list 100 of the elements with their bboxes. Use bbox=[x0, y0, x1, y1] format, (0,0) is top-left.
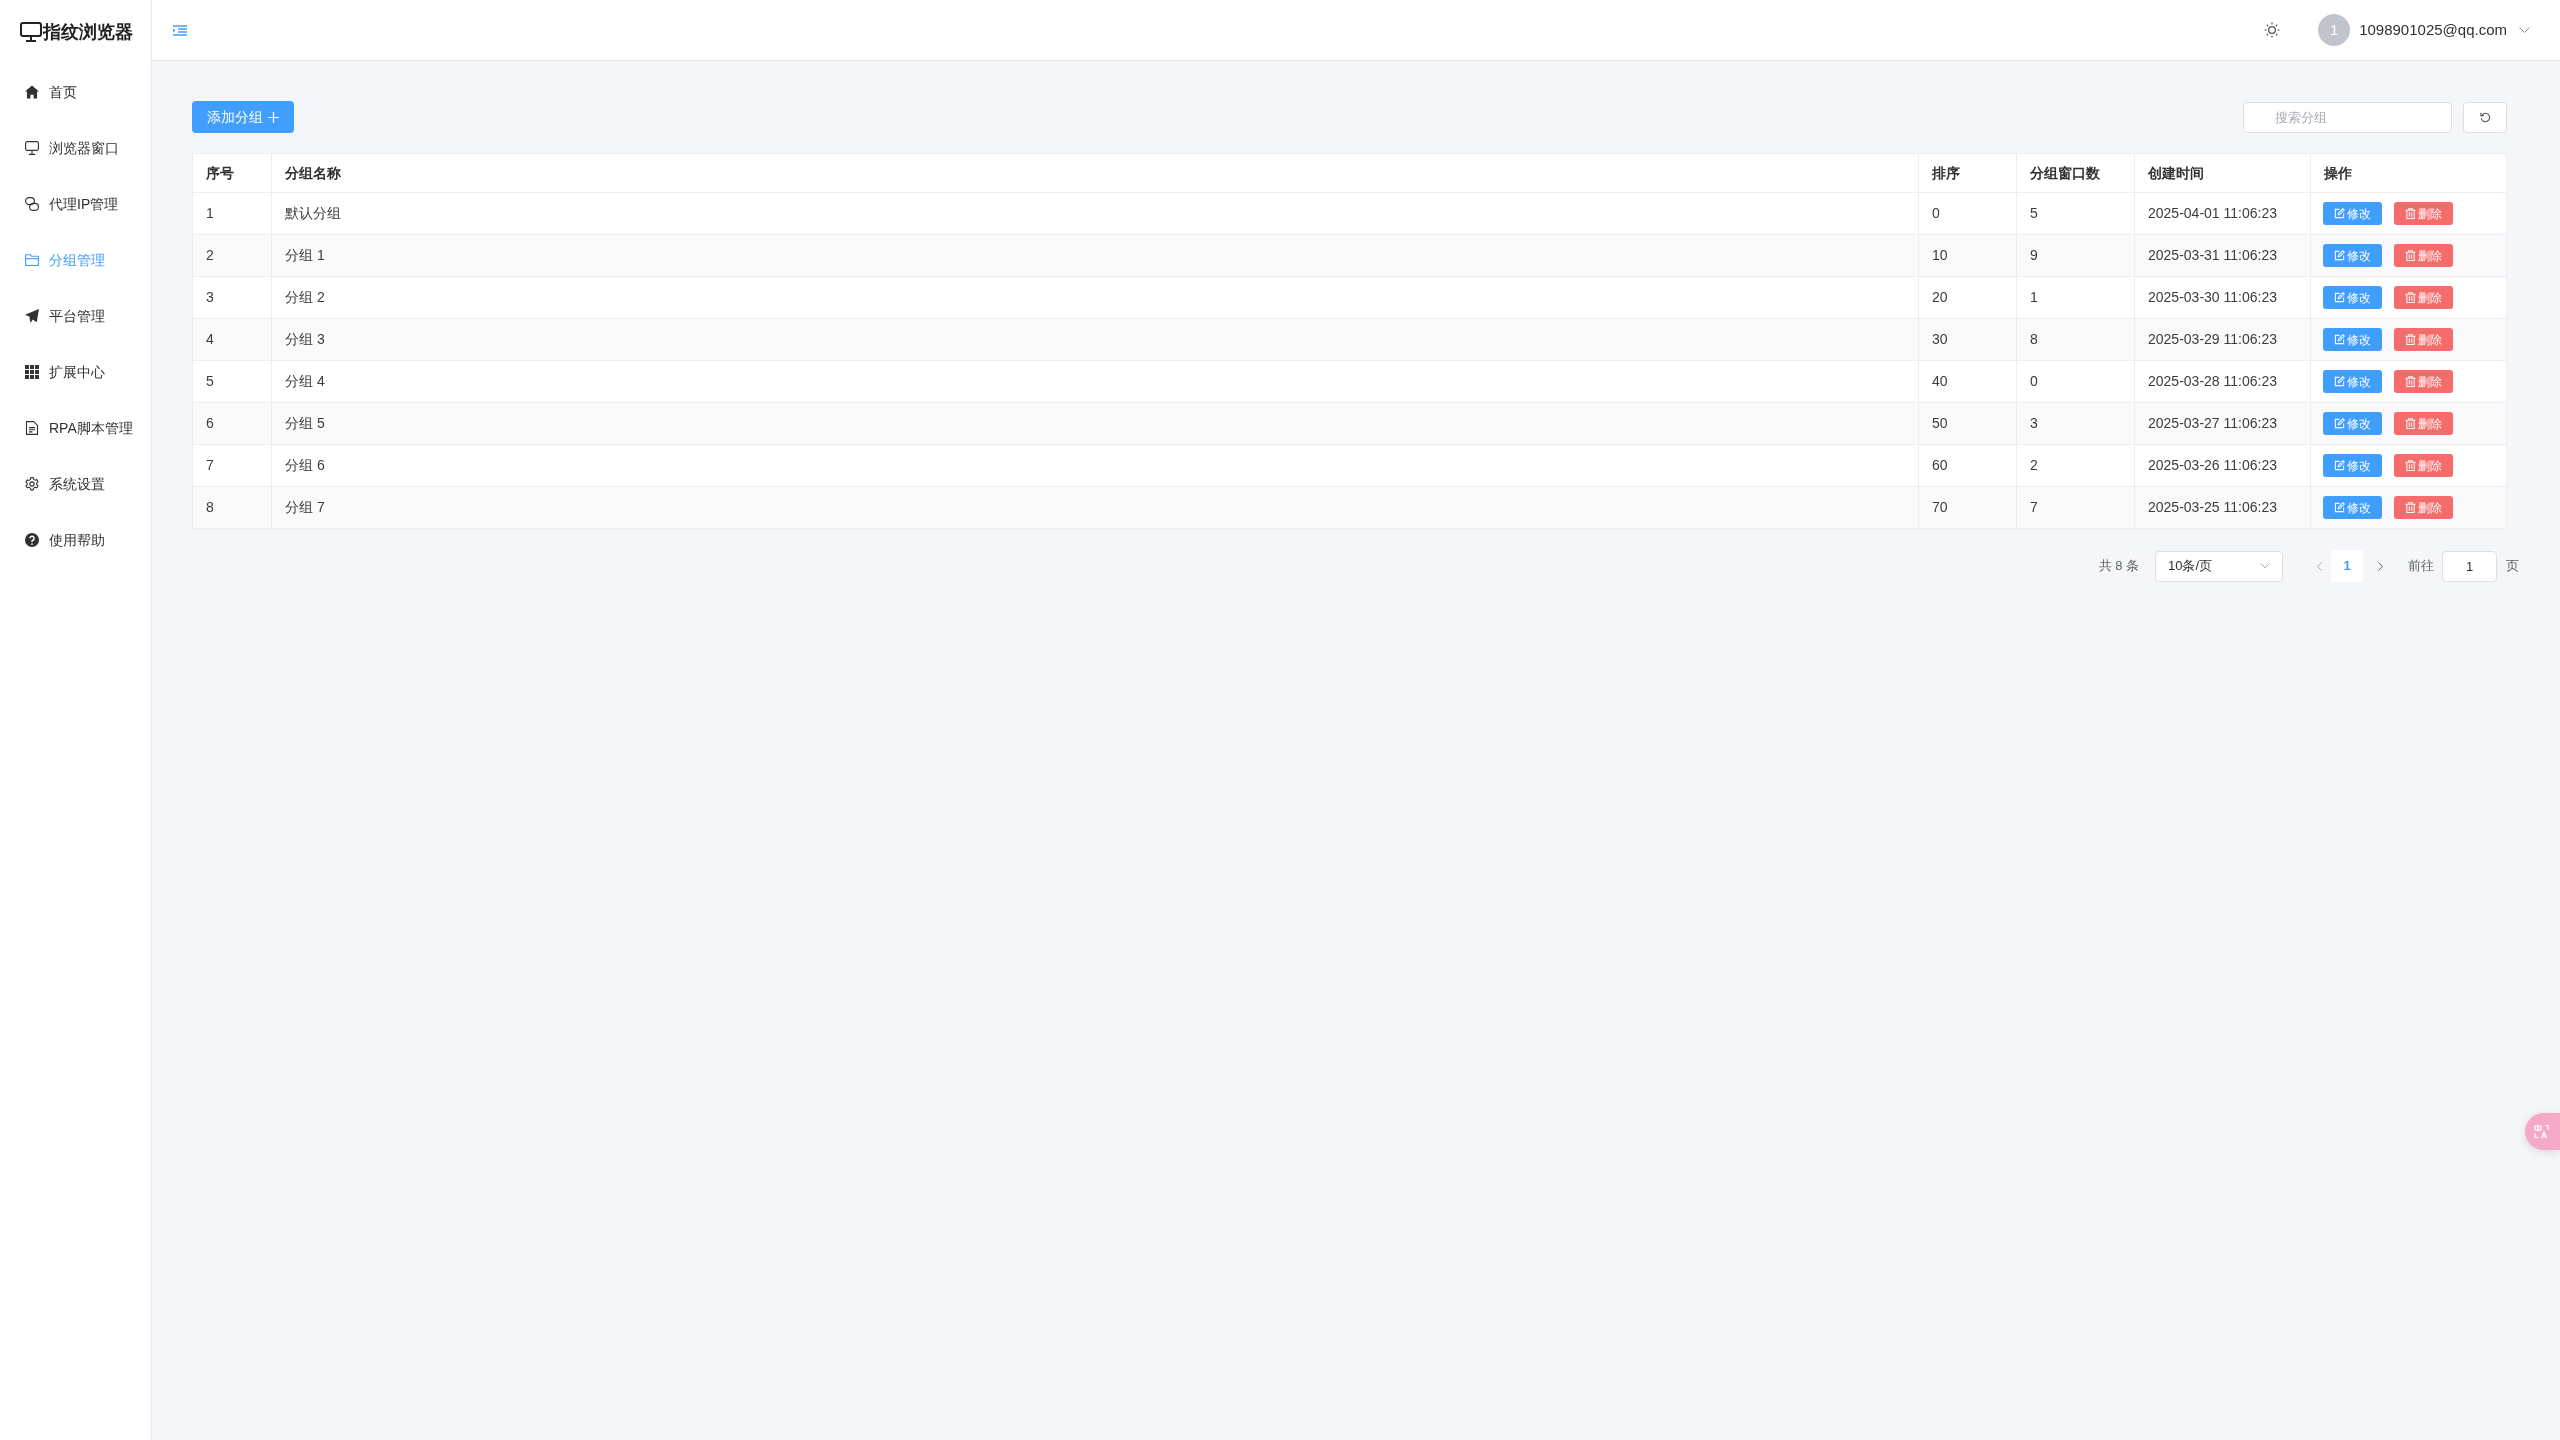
edit-button[interactable]: 修改 bbox=[2323, 496, 2382, 519]
column-header: 分组名称 bbox=[271, 153, 1919, 193]
edit-icon bbox=[2334, 208, 2345, 219]
trash-icon bbox=[2405, 208, 2416, 219]
table-cell: 10 bbox=[1918, 234, 2017, 277]
table-cell: 2025-03-25 11:06:23 bbox=[2134, 486, 2311, 529]
translate-icon bbox=[2534, 1124, 2549, 1139]
trash-icon bbox=[2405, 418, 2416, 429]
table-cell: 50 bbox=[1918, 402, 2017, 445]
table-cell: 分组 4 bbox=[271, 360, 1919, 403]
delete-button[interactable]: 删除 bbox=[2394, 244, 2453, 267]
linked-rings-icon bbox=[25, 197, 39, 211]
delete-button[interactable]: 删除 bbox=[2394, 496, 2453, 519]
edit-button[interactable]: 修改 bbox=[2323, 328, 2382, 351]
sidebar-item[interactable]: 代理IP管理 bbox=[0, 176, 151, 232]
sidebar-item[interactable]: RPA脚本管理 bbox=[0, 400, 151, 456]
table-cell: 40 bbox=[1918, 360, 2017, 403]
table-cell: 8 bbox=[192, 486, 272, 529]
refresh-button[interactable] bbox=[2463, 101, 2507, 133]
table-cell: 3 bbox=[2016, 402, 2135, 445]
delete-button[interactable]: 删除 bbox=[2394, 202, 2453, 225]
edit-icon bbox=[2334, 334, 2345, 345]
translate-widget[interactable] bbox=[2525, 1113, 2560, 1150]
paper-plane-icon bbox=[25, 309, 39, 323]
edit-button[interactable]: 修改 bbox=[2323, 370, 2382, 393]
edit-icon bbox=[2334, 418, 2345, 429]
monitor-icon bbox=[25, 141, 39, 155]
trash-icon bbox=[2405, 250, 2416, 261]
table-cell: 1 bbox=[2016, 276, 2135, 319]
table-cell: 70 bbox=[1918, 486, 2017, 529]
table-cell: 60 bbox=[1918, 444, 2017, 487]
sidebar-item[interactable]: 平台管理 bbox=[0, 288, 151, 344]
app-logo-text: 指纹浏览器 bbox=[43, 23, 133, 41]
edit-icon bbox=[2334, 460, 2345, 471]
edit-icon bbox=[2334, 502, 2345, 513]
table-cell: 默认分组 bbox=[271, 192, 1919, 235]
trash-icon bbox=[2405, 292, 2416, 303]
table-cell: 2025-04-01 11:06:23 bbox=[2134, 192, 2311, 235]
document-icon bbox=[25, 421, 39, 435]
table-cell: 7 bbox=[2016, 486, 2135, 529]
delete-button[interactable]: 删除 bbox=[2394, 412, 2453, 435]
edit-button[interactable]: 修改 bbox=[2323, 454, 2382, 477]
sidebar-item[interactable]: 使用帮助 bbox=[0, 512, 151, 568]
edit-button[interactable]: 修改 bbox=[2323, 202, 2382, 225]
table-cell: 5 bbox=[2016, 192, 2135, 235]
trash-icon bbox=[2405, 334, 2416, 345]
delete-button[interactable]: 删除 bbox=[2394, 286, 2453, 309]
table-cell: 3 bbox=[192, 276, 272, 319]
sidebar-item[interactable]: 首页 bbox=[0, 64, 151, 120]
table-cell: 4 bbox=[192, 318, 272, 361]
chevron-down-icon[interactable] bbox=[2519, 27, 2530, 33]
edit-icon bbox=[2334, 376, 2345, 387]
table-cell: 2025-03-28 11:06:23 bbox=[2134, 360, 2311, 403]
column-header: 分组窗口数 bbox=[2016, 153, 2135, 193]
delete-button[interactable]: 删除 bbox=[2394, 328, 2453, 351]
grid-icon bbox=[25, 365, 39, 379]
table-cell: 8 bbox=[2016, 318, 2135, 361]
table-cell: 2025-03-27 11:06:23 bbox=[2134, 402, 2311, 445]
table-cell: 分组 7 bbox=[271, 486, 1919, 529]
table-cell: 1 bbox=[192, 192, 272, 235]
edit-button[interactable]: 修改 bbox=[2323, 286, 2382, 309]
table-cell: 7 bbox=[192, 444, 272, 487]
table-cell: 6 bbox=[192, 402, 272, 445]
page-number-field[interactable]: 1 bbox=[2442, 550, 2497, 582]
table-cell: 30 bbox=[1918, 318, 2017, 361]
sidebar-item[interactable]: 系统设置 bbox=[0, 456, 151, 512]
page-button[interactable]: 1 bbox=[2331, 550, 2363, 582]
table-cell: 9 bbox=[2016, 234, 2135, 277]
column-header: 排序 bbox=[1918, 153, 2017, 193]
table-cell: 5 bbox=[192, 360, 272, 403]
user-email[interactable]: 1098901025@qq.com bbox=[2359, 18, 2507, 42]
table-cell: 20 bbox=[1918, 276, 2017, 319]
chevron-down-icon bbox=[2260, 563, 2270, 569]
sidebar-item[interactable]: 扩展中心 bbox=[0, 344, 151, 400]
search-field[interactable]: 搜索分组 bbox=[2243, 101, 2452, 133]
add-group-button[interactable]: 添加分组 bbox=[192, 101, 294, 133]
avatar[interactable]: 1 bbox=[2318, 14, 2351, 46]
table-cell: 2025-03-30 11:06:23 bbox=[2134, 276, 2311, 319]
home-icon bbox=[25, 85, 39, 99]
table-cell: 2025-03-29 11:06:23 bbox=[2134, 318, 2311, 361]
gear-icon bbox=[25, 477, 39, 491]
table-cell: 分组 6 bbox=[271, 444, 1919, 487]
edit-button[interactable]: 修改 bbox=[2323, 412, 2382, 435]
page-size-select[interactable]: 10条/页 bbox=[2155, 550, 2283, 582]
delete-button[interactable]: 删除 bbox=[2394, 454, 2453, 477]
page-unit-label: 页 bbox=[2506, 557, 2519, 576]
sidebar-item[interactable]: 浏览器窗口 bbox=[0, 120, 151, 176]
table-cell: 0 bbox=[2016, 360, 2135, 403]
refresh-icon bbox=[2479, 111, 2491, 123]
table-cell: 分组 5 bbox=[271, 402, 1919, 445]
delete-button[interactable]: 删除 bbox=[2394, 370, 2453, 393]
table-cell: 分组 1 bbox=[271, 234, 1919, 277]
trash-icon bbox=[2405, 502, 2416, 513]
table-cell: 分组 3 bbox=[271, 318, 1919, 361]
folder-icon bbox=[25, 253, 39, 267]
sidebar-item[interactable]: 分组管理 bbox=[0, 232, 151, 288]
edit-icon bbox=[2334, 292, 2345, 303]
menu-icon[interactable] bbox=[173, 24, 187, 36]
sun-icon[interactable] bbox=[2264, 22, 2281, 38]
edit-button[interactable]: 修改 bbox=[2323, 244, 2382, 267]
